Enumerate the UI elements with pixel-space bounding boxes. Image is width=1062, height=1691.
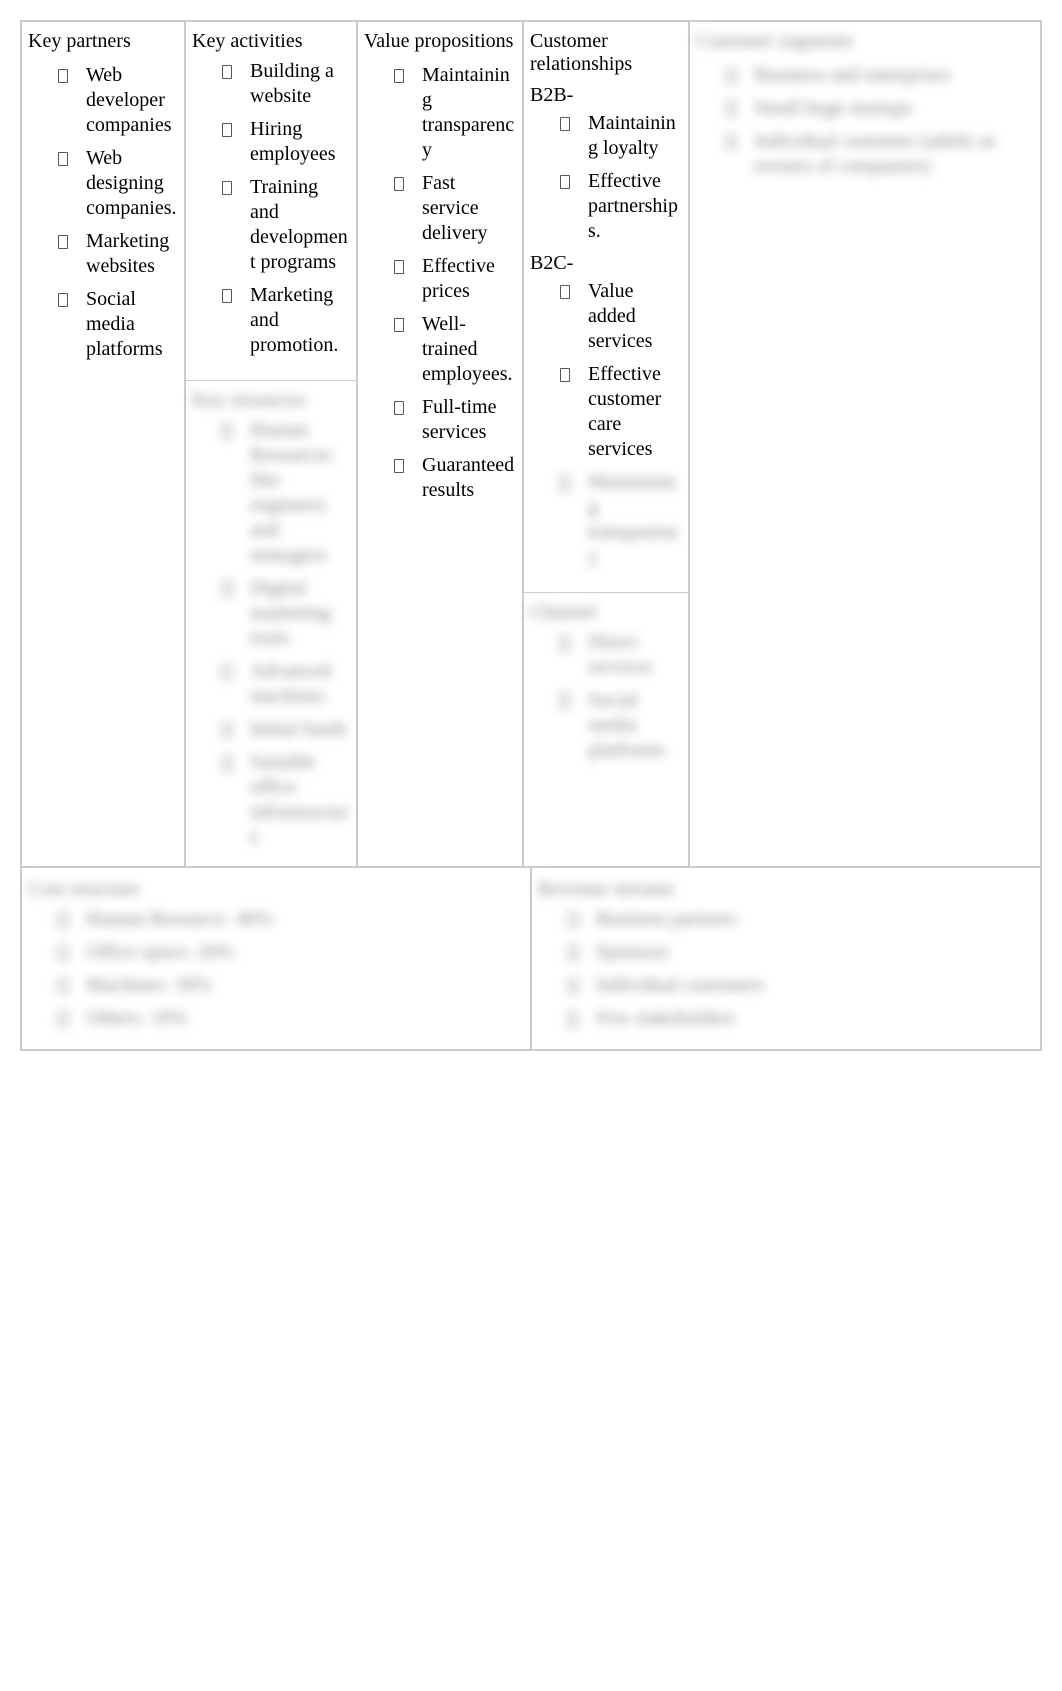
list-item: Web developer companies — [58, 63, 178, 138]
list-item: Marketing and promotion. — [222, 283, 350, 358]
value-propositions-title: Value propositions — [364, 30, 516, 53]
list-item: Others- 10% — [58, 1006, 524, 1031]
key-partners-title: Key partners — [28, 30, 178, 53]
list-item: Effective prices — [394, 254, 516, 304]
value-propositions-list: Maintaining transparency Fast service de… — [364, 63, 516, 511]
b2c-label: B2C- — [530, 252, 682, 275]
list-item: Digital marketing tools — [222, 576, 350, 651]
revenue-streams-cell: Revenue streams Business partners Sponso… — [531, 867, 1041, 1050]
list-item: Individual customers — [568, 973, 1034, 998]
key-activities-resources-column: Key activities Building a website Hiring… — [185, 21, 357, 867]
customer-segments-title: Customer segments — [696, 30, 1034, 53]
list-item: Business partners — [568, 907, 1034, 932]
key-resources-list: Human Resources like engineers and manag… — [192, 418, 350, 850]
list-item: Guaranteed results — [394, 453, 516, 503]
list-item: Building a website — [222, 59, 350, 109]
list-item: Social media platforms — [560, 688, 682, 763]
key-activities-list: Building a website Hiring employees Trai… — [192, 59, 350, 358]
list-item: Sponsors — [568, 940, 1034, 965]
list-item: Effective customer care services — [560, 362, 682, 462]
list-item: Full-time services — [394, 395, 516, 445]
list-item: Few stakeholders — [568, 1006, 1034, 1031]
list-item: Office space- 20% — [58, 940, 524, 965]
list-item: Web designing companies. — [58, 146, 178, 221]
list-item: Individual customer (adults as owners of… — [726, 129, 1034, 179]
b2b-label: B2B- — [530, 84, 682, 107]
customer-segments-list: Business and enterprises Small huge star… — [696, 63, 1034, 187]
list-item: Effective partnerships. — [560, 169, 682, 244]
customer-relationships-cell: Customer relationships B2B- Maintaining … — [524, 22, 688, 586]
list-item: Value added services — [560, 279, 682, 354]
customer-relationships-title: Customer relationships — [530, 30, 682, 76]
list-item: Maintaining loyalty — [560, 111, 682, 161]
list-item: Human Resources like engineers and manag… — [222, 418, 350, 568]
list-item: Marketing websites — [58, 229, 178, 279]
key-resources-cell: Key resources Human Resources like engin… — [186, 380, 356, 866]
cost-structure-cell: Cost structure Human Resource- 40% Offic… — [21, 867, 531, 1050]
key-partners-cell: Key partners Web developer companies Web… — [21, 21, 185, 867]
list-item: Fast service delivery — [394, 171, 516, 246]
list-item: Maintaining transparency — [560, 470, 682, 570]
list-item: Hiring employees — [222, 117, 350, 167]
list-item: Suitable office infrastructure — [222, 750, 350, 850]
value-propositions-cell: Value propositions Maintaining transpare… — [357, 21, 523, 867]
list-item: Small huge startups — [726, 96, 1034, 121]
top-row: Key partners Web developer companies Web… — [21, 21, 1041, 867]
cost-structure-title: Cost structure — [28, 878, 524, 901]
list-item: Social media platforms — [58, 287, 178, 362]
b2b-list: Maintaining loyalty Effective partnershi… — [530, 111, 682, 244]
list-item: Business and enterprises — [726, 63, 1034, 88]
key-resources-title: Key resources — [192, 389, 350, 412]
channels-list: Direct services Social media platforms — [530, 630, 682, 763]
revenue-streams-title: Revenue streams — [538, 878, 1034, 901]
list-item: Well-trained employees. — [394, 312, 516, 387]
list-item: Training and development programs — [222, 175, 350, 275]
key-partners-list: Web developer companies Web designing co… — [28, 63, 178, 370]
revenue-streams-list: Business partners Sponsors Individual cu… — [538, 907, 1034, 1031]
list-item: Initial funds — [222, 717, 350, 742]
list-item: Maintaining transparency — [394, 63, 516, 163]
cost-structure-list: Human Resource- 40% Office space- 20% Ma… — [28, 907, 524, 1031]
channels-title: Channel — [530, 601, 682, 624]
customer-segments-cell: Customer segments Business and enterpris… — [689, 21, 1041, 867]
list-item: Human Resource- 40% — [58, 907, 524, 932]
bottom-row: Cost structure Human Resource- 40% Offic… — [21, 867, 1041, 1050]
b2c-list: Value added services Effective customer … — [530, 279, 682, 570]
customer-relationships-channels-column: Customer relationships B2B- Maintaining … — [523, 21, 689, 867]
list-item: Machines- 30% — [58, 973, 524, 998]
key-activities-cell: Key activities Building a website Hiring… — [186, 22, 356, 374]
key-activities-title: Key activities — [192, 30, 350, 53]
list-item: Advanced machines — [222, 659, 350, 709]
list-item: Direct services — [560, 630, 682, 680]
business-model-canvas: Key partners Web developer companies Web… — [20, 20, 1042, 1051]
channels-cell: Channel Direct services Social media pla… — [524, 592, 688, 779]
